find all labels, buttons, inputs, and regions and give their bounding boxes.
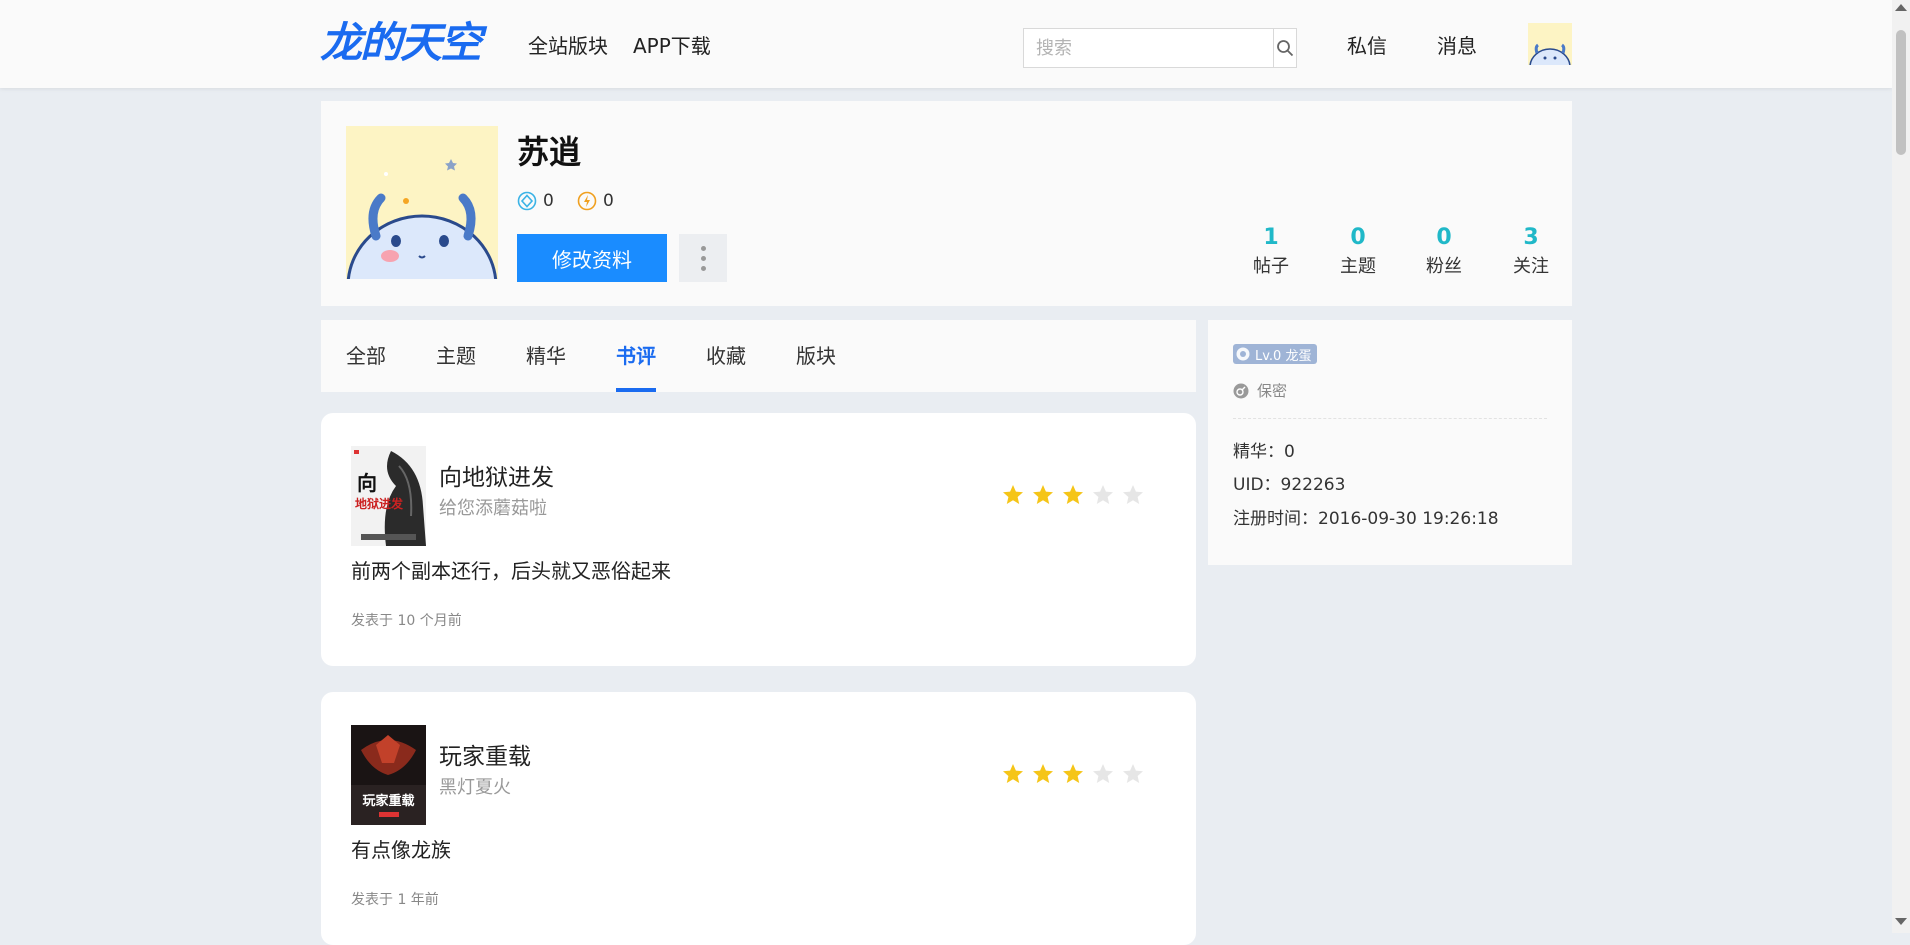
search-input[interactable] <box>1024 29 1273 67</box>
book-cover-image-icon: 玩家重载 <box>351 725 426 825</box>
review-time: 发表于 10 个月前 <box>351 613 462 629</box>
currency-diamond: 0 <box>517 191 554 211</box>
user-info-card: Lv.0 龙蛋 保密 精华：0 UID：922263 注册时间：2016-09-… <box>1208 320 1572 565</box>
gender-info: 保密 <box>1233 380 1287 401</box>
star-icon <box>1033 485 1053 504</box>
level-gear-icon <box>1236 347 1250 361</box>
rating-stars <box>1001 762 1145 786</box>
stat-fans[interactable]: 0 粉丝 <box>1414 223 1474 281</box>
private-message-link[interactable]: 私信 <box>1347 30 1387 62</box>
profile-name: 苏逍 <box>517 133 582 171</box>
more-options-button[interactable] <box>679 234 727 282</box>
diamond-coin-icon <box>517 191 537 211</box>
review-text: 有点像龙族 <box>351 838 451 862</box>
star-icon <box>1123 764 1143 783</box>
scroll-thumb[interactable] <box>1896 30 1906 155</box>
header-avatar[interactable] <box>1528 23 1572 65</box>
search-box <box>1023 28 1297 68</box>
stat-posts[interactable]: 1 帖子 <box>1241 223 1301 281</box>
review-card[interactable]: 向 地狱进发 向地狱进发 给您添蘑菇啦 前两个副本还行，后头就又恶俗起来 发表于… <box>321 413 1196 666</box>
svg-text:地狱进发: 地狱进发 <box>355 496 404 511</box>
search-button[interactable] <box>1273 29 1296 67</box>
bolt-coin-icon <box>577 191 597 211</box>
tab-essence[interactable]: 精华 <box>526 320 566 392</box>
level-badge: Lv.0 龙蛋 <box>1233 344 1318 364</box>
notifications-link[interactable]: 消息 <box>1437 30 1477 62</box>
top-header: 龙的天空 全站版块 APP下载 私信 消息 <box>0 0 1892 88</box>
star-icon <box>1063 485 1083 504</box>
book-cover[interactable]: 向 地狱进发 <box>351 446 426 546</box>
divider <box>1233 418 1547 419</box>
more-dots-icon <box>700 245 706 251</box>
nav-app-download[interactable]: APP下载 <box>633 30 711 62</box>
stat-topics[interactable]: 0 主题 <box>1328 223 1388 281</box>
tab-all[interactable]: 全部 <box>346 320 386 392</box>
profile-tabs: 全部 主题 精华 书评 收藏 版块 <box>321 320 1196 392</box>
star-icon <box>1063 764 1083 783</box>
svg-text:玩家重载: 玩家重载 <box>362 793 414 809</box>
profile-avatar[interactable] <box>346 126 498 279</box>
review-time: 发表于 1 年前 <box>351 892 439 908</box>
tab-topics[interactable]: 主题 <box>436 320 476 392</box>
site-logo[interactable]: 龙的天空 <box>320 18 482 68</box>
book-cover[interactable]: 玩家重载 <box>351 725 426 825</box>
star-icon <box>1093 764 1113 783</box>
star-icon <box>1003 485 1023 504</box>
tab-favorites[interactable]: 收藏 <box>706 320 746 392</box>
svg-text:向: 向 <box>357 471 377 495</box>
book-title[interactable]: 玩家重载 <box>439 740 531 774</box>
dragon-avatar-icon <box>346 126 498 279</box>
star-icon <box>1003 764 1023 783</box>
star-icon <box>1123 485 1143 504</box>
edit-profile-button[interactable]: 修改资料 <box>517 234 667 282</box>
star-icon <box>1093 485 1113 504</box>
stat-following[interactable]: 3 关注 <box>1501 223 1561 281</box>
page-scrollbar[interactable] <box>1892 0 1910 933</box>
tab-boards[interactable]: 版块 <box>796 320 836 392</box>
nav-all-boards[interactable]: 全站版块 <box>528 30 608 62</box>
bolt-count: 0 <box>603 191 614 211</box>
scroll-down-arrow[interactable] <box>1895 918 1907 925</box>
dragon-avatar-icon <box>1528 23 1572 65</box>
review-text: 前两个副本还行，后头就又恶俗起来 <box>351 559 671 583</box>
book-title[interactable]: 向地狱进发 <box>439 461 554 495</box>
register-time: 注册时间：2016-09-30 19:26:18 <box>1233 509 1499 529</box>
scroll-up-arrow[interactable] <box>1895 4 1907 11</box>
book-author[interactable]: 黑灯夏火 <box>439 774 511 802</box>
search-icon <box>1277 40 1294 57</box>
essence-count: 精华：0 <box>1233 442 1295 462</box>
review-card[interactable]: 玩家重载 玩家重载 黑灯夏火 有点像龙族 发表于 1 年前 <box>321 692 1196 945</box>
profile-card: 苏逍 0 0 修改资料 1 帖子 0 主题 0 粉丝 3 关注 <box>321 101 1572 306</box>
user-uid: UID：922263 <box>1233 475 1346 495</box>
tab-book-reviews[interactable]: 书评 <box>616 320 656 392</box>
book-author[interactable]: 给您添蘑菇啦 <box>439 495 547 523</box>
star-icon <box>1033 764 1053 783</box>
currency-bolt: 0 <box>577 191 614 211</box>
gender-icon <box>1233 383 1249 398</box>
book-cover-image-icon: 向 地狱进发 <box>351 446 426 546</box>
rating-stars <box>1001 483 1145 507</box>
diamond-count: 0 <box>543 191 554 211</box>
